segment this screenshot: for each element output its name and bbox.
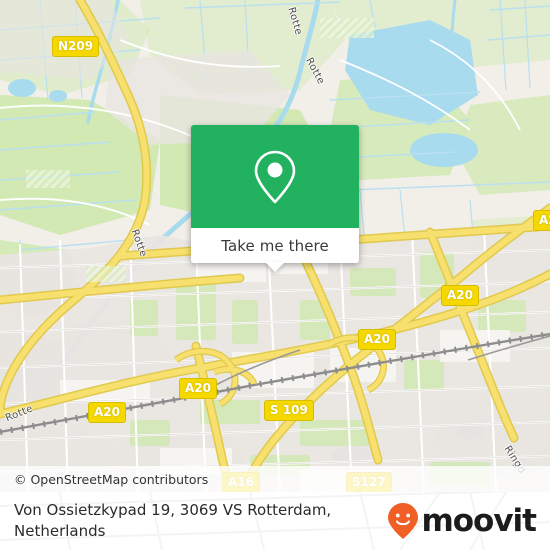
footer-bar: Von Ossietzkypad 19, 3069 VS Rotterdam, … <box>0 492 550 550</box>
road-shield-a16: A16 <box>222 472 260 492</box>
road-shield-n209: N209 <box>52 36 100 57</box>
moovit-wordmark: moovit <box>421 503 537 539</box>
popup-action-area[interactable]: Take me there <box>191 228 359 263</box>
take-me-there-button[interactable]: Take me there <box>221 237 329 255</box>
moovit-logo: moovit <box>387 502 537 540</box>
popup-tail <box>265 262 285 272</box>
road-shield-a20: A20 <box>88 402 126 423</box>
moovit-pin-icon <box>388 503 419 539</box>
map-pin-icon <box>254 150 296 203</box>
road-shield-a20: A20 <box>179 378 217 399</box>
popup-icon-area <box>191 125 359 228</box>
address-text: Von Ossietzkypad 19, 3069 VS Rotterdam, … <box>14 500 331 542</box>
address-line-2: Netherlands <box>14 522 106 540</box>
map-screenshot: RotteRotteRotteRotteRingdN209A2A20A20A20… <box>0 0 550 550</box>
location-popup-card[interactable]: Take me there <box>191 125 359 272</box>
road-shield-a20: A20 <box>358 329 396 350</box>
road-shield-s127: S127 <box>346 472 392 492</box>
address-line-1: Von Ossietzkypad 19, 3069 VS Rotterdam, <box>14 501 332 519</box>
road-shield-a20: A20 <box>441 285 479 306</box>
road-shield-s109: S 109 <box>264 400 314 421</box>
road-shield-a2: A2 <box>533 210 550 231</box>
